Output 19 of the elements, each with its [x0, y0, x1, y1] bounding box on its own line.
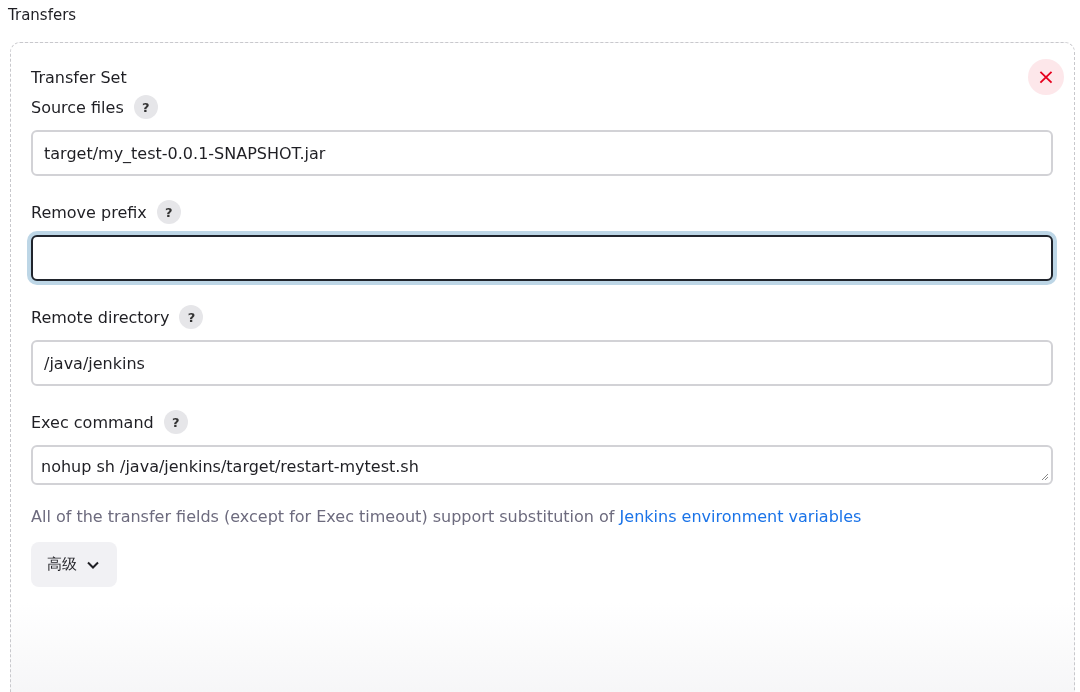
field-label: Remove prefix [31, 202, 147, 222]
close-button[interactable]: × [1028, 59, 1064, 95]
field-label: Source files [31, 97, 124, 117]
environment-variables-link[interactable]: Jenkins environment variables [619, 507, 862, 526]
help-button[interactable]: ? [156, 200, 181, 224]
field-label: Remote directory [31, 307, 170, 327]
advanced-button[interactable]: 高级 [31, 542, 117, 587]
transfer-set-title: Transfer Set [31, 68, 127, 87]
resize-handle-icon[interactable] [1040, 472, 1049, 481]
chevron-down-icon [87, 560, 99, 569]
input-field[interactable]: target/my_test-0.0.1-SNAPSHOT.jar [31, 130, 1053, 176]
text-area[interactable]: nohup sh /java/jenkins/target/restart-mytest.sh [31, 445, 1053, 485]
help-button[interactable]: ? [163, 410, 188, 434]
field-label: Exec command [31, 412, 154, 432]
help-text: All of the transfer fields (except for Exec timeout) support substitution of Jenkins environment variables [31, 507, 863, 526]
help-button[interactable]: ? [179, 305, 204, 329]
input-field[interactable]: /java/jenkins [31, 340, 1053, 386]
help-button[interactable]: ? [133, 95, 158, 119]
section-title: Transfers [7, 5, 78, 26]
